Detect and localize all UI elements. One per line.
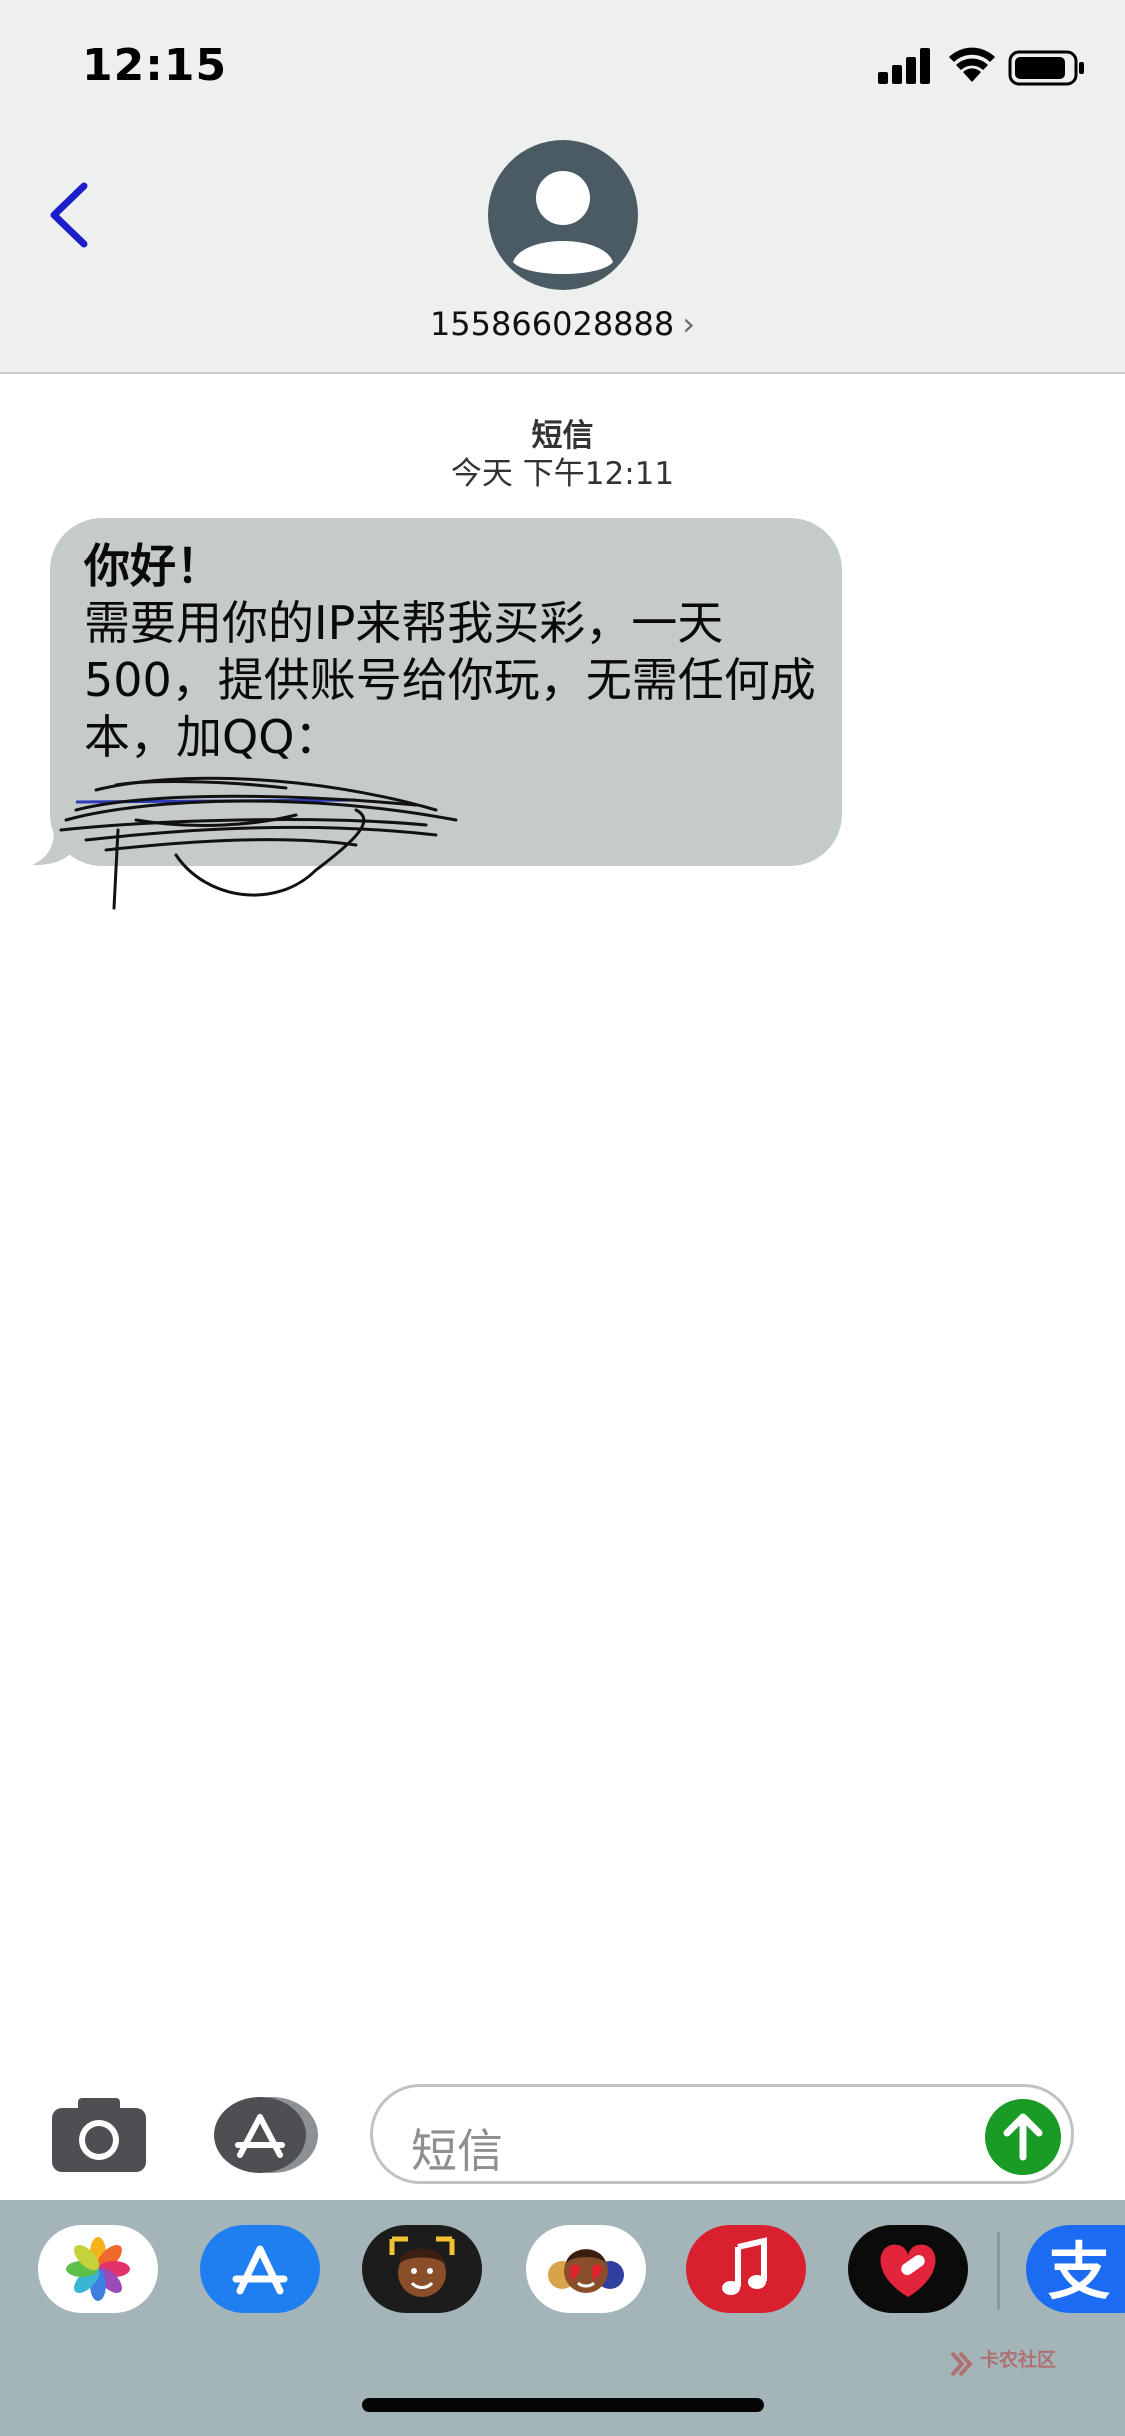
watermark-text: 卡农社区 [980,2349,1057,2371]
status-time: 12:15 [82,40,228,91]
dock-divider [997,2232,1000,2310]
message-text: 你好！ 需要用你的IP来帮我买彩，一天500，提供账号给你玩，无需任何成本，加Q… [84,538,824,766]
message-greeting: 你好！ [84,539,222,593]
home-indicator[interactable] [362,2398,764,2412]
svg-text:支: 支 [1048,2235,1110,2308]
message-timestamp: 今天 下午12:11 [450,456,675,492]
contact-avatar[interactable] [488,140,638,290]
photos-icon[interactable] [38,2225,158,2313]
message-input[interactable]: 短信 [370,2084,1074,2184]
contact-number: 155866028888 [429,305,675,343]
app-store-dock-icon[interactable] [200,2225,320,2313]
message-body: 需要用你的IP来帮我买彩，一天500，提供账号给你玩，无需任何成本，加QQ： [84,596,816,764]
contact-name[interactable]: 155866028888 › [0,305,1125,343]
app-store-icon[interactable] [210,2095,320,2175]
person-icon [513,171,613,274]
send-button[interactable] [985,2099,1061,2175]
memoji-icon[interactable] [362,2225,482,2313]
chevron-left-icon[interactable] [40,180,100,250]
message-input-placeholder: 短信 [411,2124,503,2178]
camera-icon[interactable] [52,2098,146,2172]
wifi-icon [949,47,995,82]
music-icon[interactable] [686,2225,806,2313]
alipay-icon[interactable]: 支 [1026,2225,1125,2313]
memoji-stickers-icon[interactable] [526,2225,646,2313]
battery-icon [1008,50,1084,86]
chevron-right-icon: › [682,305,696,343]
send-arrow-icon [1003,2113,1043,2161]
watermark-logo [950,2351,973,2377]
redaction-scribble [59,776,458,910]
cellular-signal-icon [878,48,930,84]
fitness-icon[interactable] [848,2225,968,2313]
